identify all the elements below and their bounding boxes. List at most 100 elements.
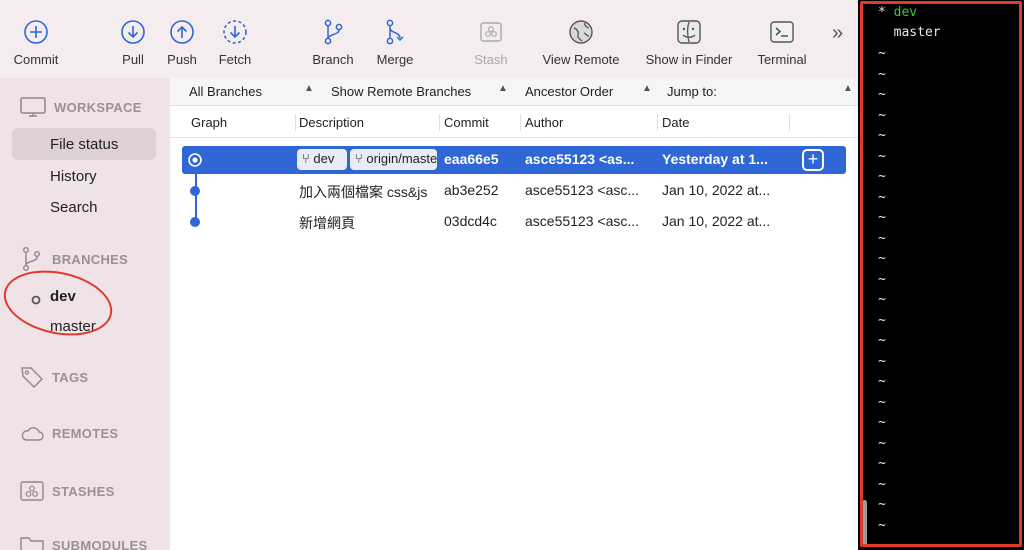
commit-author: asce55123 <asc...	[525, 182, 640, 198]
branch-filter-select[interactable]: All Branches	[189, 84, 262, 99]
globe-icon	[567, 18, 595, 46]
workspace-label: WORKSPACE	[54, 99, 142, 115]
column-description[interactable]: Description	[299, 115, 364, 130]
commit-row[interactable]: 新增網頁 03dcd4c asce55123 <asc... Jan 10, 2…	[182, 208, 846, 236]
branch-badge-dev[interactable]: ⑂ dev	[297, 149, 347, 170]
add-button[interactable]: +	[802, 149, 824, 171]
terminal-tilde-line: ~	[878, 271, 886, 287]
merge-button[interactable]: Merge	[360, 18, 430, 67]
column-divider	[520, 114, 521, 131]
sidebar-section-workspace[interactable]: WORKSPACE	[20, 96, 142, 118]
branches-label: BRANCHES	[52, 251, 129, 267]
toolbar: Commit Pull Push Fetch Branch Merge Stas…	[0, 0, 858, 78]
commit-node-icon	[190, 186, 200, 196]
sidebar-item-search[interactable]: Search	[50, 199, 98, 216]
terminal-tilde-line: ~	[878, 476, 886, 492]
terminal-current-branch-line: * dev	[878, 5, 917, 20]
toolbar-overflow-chevron-icon[interactable]: »	[832, 22, 843, 45]
column-divider	[439, 114, 440, 131]
commit-button[interactable]: Commit	[1, 18, 71, 67]
terminal-tilde-line: ~	[878, 251, 886, 266]
stash-button[interactable]: Stash	[456, 18, 526, 67]
terminal-tilde-line: ~	[878, 517, 886, 533]
terminal-tilde-line: ~	[878, 107, 886, 123]
commit-history-panel: All Branches ▲ Show Remote Branches ▲ An…	[170, 78, 858, 550]
sidebar-section-branches[interactable]: BRANCHES	[20, 246, 128, 272]
sidebar-branch-dev[interactable]: dev	[50, 288, 76, 305]
commit-node-head-icon	[188, 153, 202, 167]
merge-icon	[381, 18, 409, 46]
fetch-label: Fetch	[218, 52, 252, 67]
fetch-icon	[221, 18, 249, 46]
terminal-label: Terminal	[757, 52, 807, 67]
column-commit[interactable]: Commit	[444, 115, 489, 130]
sidebar-branch-master[interactable]: master	[50, 318, 96, 335]
branch-badge-label: origin/master	[366, 151, 437, 166]
show-in-finder-button[interactable]: Show in Finder	[640, 18, 738, 67]
fetch-button[interactable]: Fetch	[200, 18, 270, 67]
terminal-button[interactable]: Terminal	[746, 18, 818, 67]
branch-badge-label: dev	[313, 151, 335, 166]
arrow-up-circle-icon	[168, 18, 196, 46]
terminal-icon	[768, 18, 796, 46]
commit-node-icon	[190, 217, 200, 227]
commit-author: asce55123 <asc...	[525, 213, 640, 229]
monitor-icon	[20, 97, 46, 117]
branch-button[interactable]: Branch	[298, 18, 368, 67]
tags-label: TAGS	[52, 369, 89, 385]
column-divider	[657, 114, 658, 131]
view-remote-button[interactable]: View Remote	[536, 18, 626, 67]
jump-to-select[interactable]: Jump to:	[667, 84, 717, 99]
submodules-label: SUBMODULES	[52, 537, 148, 550]
terminal-tilde-line: ~	[878, 394, 886, 410]
terminal-tilde-line: ~	[878, 435, 886, 451]
commit-row[interactable]: 加入兩個檔案 css&js ab3e252 asce55123 <asc... …	[182, 177, 846, 205]
terminal-tilde-line: ~	[878, 353, 886, 369]
terminal-tilde-line: ~	[878, 333, 886, 348]
sidebar-section-tags[interactable]: TAGS	[20, 365, 88, 389]
branch-badge-icon: ⑂	[302, 151, 314, 166]
terminal-tilde-line: ~	[878, 415, 886, 430]
remote-filter-select[interactable]: Show Remote Branches	[331, 84, 471, 99]
commit-date: Jan 10, 2022 at...	[662, 213, 771, 229]
merge-label: Merge	[376, 52, 414, 67]
terminal-tilde-line: ~	[878, 189, 886, 205]
terminal-tilde-line: ~	[878, 497, 886, 512]
remotes-label: REMOTES	[52, 425, 119, 441]
terminal-tilde-line: ~	[878, 128, 886, 143]
order-updown-icon: ▲	[642, 83, 652, 94]
show-in-finder-label: Show in Finder	[645, 52, 733, 67]
terminal-pane[interactable]: * dev master ~ ~ ~ ~ ~ ~ ~ ~ ~ ~ ~ ~ ~ ~ ~ ~ ~ ~ ~ ~ ~ ~ ~ ~ ~	[858, 0, 1024, 550]
commit-date: Jan 10, 2022 at...	[662, 182, 771, 198]
sidebar-section-submodules[interactable]: SUBMODULES	[20, 535, 147, 550]
plus-circle-icon	[22, 18, 50, 46]
branch-filter-updown-icon: ▲	[304, 83, 314, 94]
branch-badge-origin-master[interactable]: ⑂ origin/master	[350, 149, 437, 170]
stashes-label: STASHES	[52, 483, 115, 499]
column-author[interactable]: Author	[525, 115, 563, 130]
commit-row-selected[interactable]: ⑂ dev ⑂ origin/master eaa66e5 asce55123 …	[182, 146, 846, 174]
commit-description: 加入兩個檔案 css&js	[299, 184, 428, 200]
column-graph[interactable]: Graph	[191, 115, 227, 130]
terminal-tilde-line: ~	[878, 230, 886, 246]
sidebar-section-stashes[interactable]: STASHES	[20, 480, 115, 502]
sidebar-section-remotes[interactable]: REMOTES	[20, 424, 118, 442]
column-date[interactable]: Date	[662, 115, 689, 130]
cloud-icon	[21, 427, 44, 441]
finder-icon	[675, 18, 703, 46]
view-remote-label: View Remote	[542, 52, 620, 67]
terminal-tilde-line: ~	[878, 374, 886, 389]
tag-icon	[21, 367, 43, 388]
sidebar-item-file-status[interactable]: File status	[50, 136, 118, 153]
terminal-tilde-line: ~	[878, 148, 886, 164]
terminal-tilde-line: ~	[878, 66, 886, 82]
sidebar-item-history[interactable]: History	[50, 168, 97, 185]
order-select[interactable]: Ancestor Order	[525, 84, 613, 99]
terminal-tilde-line: ~	[878, 210, 886, 225]
jump-updown-icon: ▲	[843, 83, 853, 94]
remote-filter-updown-icon: ▲	[498, 83, 508, 94]
commit-description: 新增網頁	[299, 215, 355, 231]
sidebar: WORKSPACE File status History Search BRA…	[0, 78, 170, 550]
terminal-tilde-line: ~	[878, 538, 886, 550]
terminal-scrollbar[interactable]	[862, 500, 867, 546]
